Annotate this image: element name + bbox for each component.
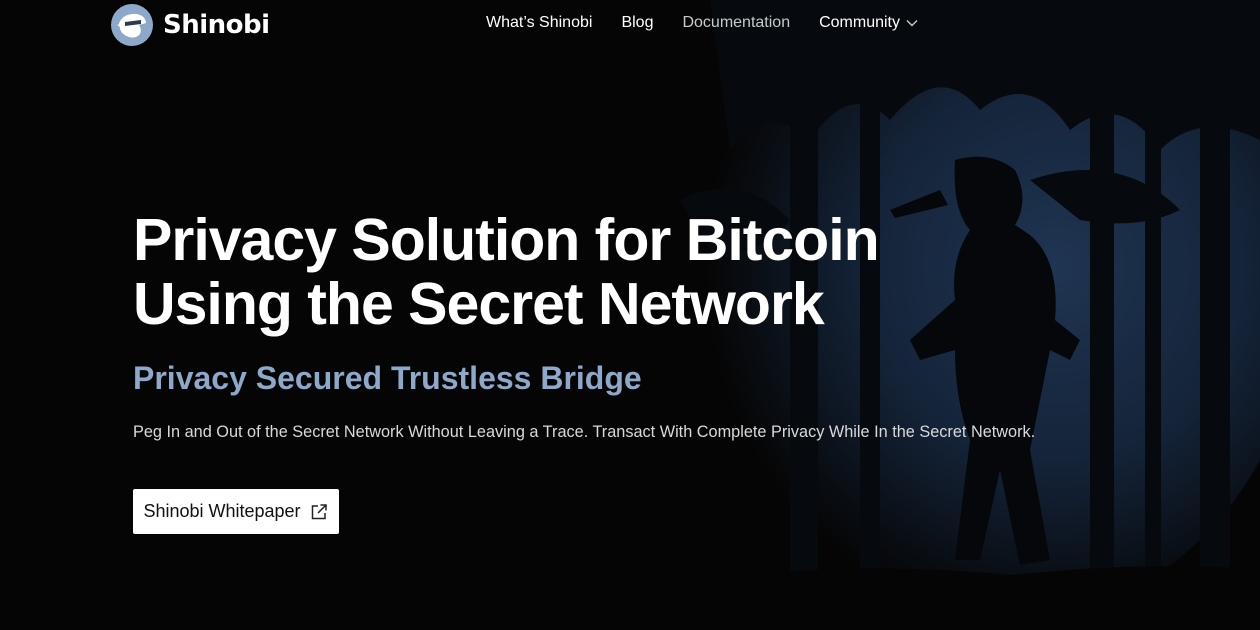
- nav-item-community[interactable]: Community: [819, 14, 918, 32]
- nav-item-label: Community: [819, 14, 900, 31]
- hero-title-line-1: Privacy Solution for Bitcoin: [133, 207, 880, 273]
- main-nav: What’s Shinobi Blog Documentation Commun…: [486, 14, 918, 32]
- page: Shinobi What’s Shinobi Blog Documentatio…: [0, 0, 1260, 630]
- brand-logo[interactable]: Shinobi: [110, 3, 270, 47]
- site-header: Shinobi What’s Shinobi Blog Documentatio…: [0, 0, 1260, 52]
- whitepaper-button[interactable]: Shinobi Whitepaper: [133, 489, 339, 534]
- brand-name: Shinobi: [163, 10, 270, 40]
- nav-item-label: What’s Shinobi: [486, 14, 593, 31]
- nav-item-whats-shinobi[interactable]: What’s Shinobi: [486, 14, 592, 32]
- hero-title: Privacy Solution for Bitcoin Using the S…: [133, 208, 933, 336]
- nav-item-documentation[interactable]: Documentation: [682, 14, 790, 32]
- ninja-head-icon: [111, 4, 153, 46]
- hero-title-line-2: Using the Secret Network: [133, 271, 825, 337]
- whitepaper-button-label: Shinobi Whitepaper: [143, 501, 301, 521]
- nav-item-label: Documentation: [682, 14, 791, 31]
- external-link-icon: [311, 503, 327, 519]
- hero-subtitle: Privacy Secured Trustless Bridge: [133, 360, 642, 396]
- hero-description: Peg In and Out of the Secret Network Wit…: [133, 423, 1036, 441]
- chevron-down-icon: [906, 20, 918, 27]
- nav-item-label: Blog: [621, 14, 654, 31]
- nav-item-blog[interactable]: Blog: [621, 14, 653, 32]
